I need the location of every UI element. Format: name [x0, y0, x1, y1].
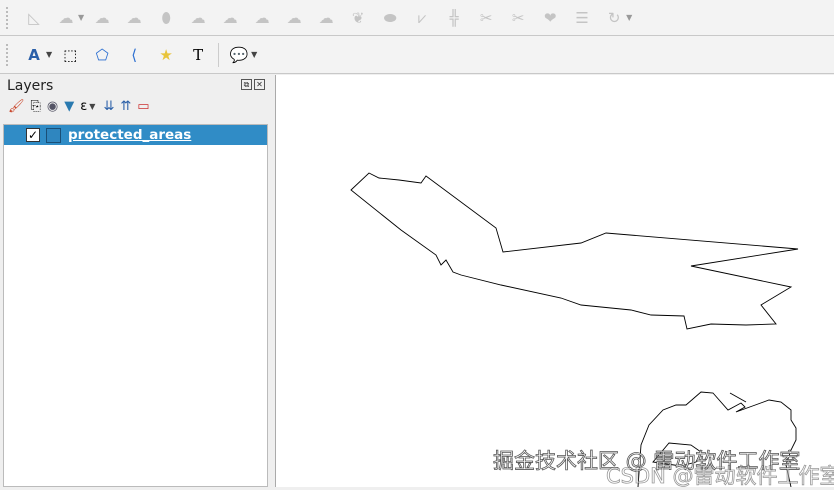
- layer-name[interactable]: protected_areas: [68, 127, 191, 143]
- visibility-eye-icon[interactable]: ◉: [47, 99, 58, 114]
- toolbar-grip[interactable]: [6, 6, 10, 29]
- node-tool-icon[interactable]: ✂: [507, 7, 529, 29]
- split-features-icon[interactable]: ☁: [315, 7, 337, 29]
- vertex-tool-icon[interactable]: ✂: [475, 7, 497, 29]
- map-canvas[interactable]: 掘金技术社区 @ 雷动软件工作室 CSDN @雷动软件工作室: [275, 75, 834, 489]
- layer-symbol-icon[interactable]: [46, 127, 61, 143]
- reverse-line-icon[interactable]: ↻: [603, 7, 625, 29]
- chevron-down-icon[interactable]: ▼: [46, 50, 52, 59]
- remove-layer-icon[interactable]: ▭: [137, 99, 149, 114]
- simplify-icon[interactable]: ╬: [443, 7, 465, 29]
- chevron-down-icon[interactable]: ▼: [78, 13, 84, 22]
- filter-icon[interactable]: ▼: [64, 99, 74, 114]
- protected-area-polygon: [350, 172, 799, 330]
- add-ring-icon[interactable]: ☁: [55, 7, 77, 29]
- line-annotation-icon[interactable]: ⟨: [123, 44, 145, 66]
- chevron-down-icon[interactable]: ▼: [251, 50, 257, 59]
- layers-toolbar: 🖌 ⎘ ◉ ▼ ε ▼ ⇊ ⇈ ▭: [8, 99, 150, 114]
- polygon-annotation-icon[interactable]: ⬠: [91, 44, 113, 66]
- rotate-feature-icon[interactable]: ⬮: [155, 7, 177, 29]
- delete-part-icon[interactable]: ☁: [219, 7, 241, 29]
- text-annotation-icon[interactable]: A: [23, 44, 45, 66]
- digitizing-toolbar: ◺ ☁ ▼ ☁ ☁ ⬮ ☁ ☁ ☁ ☁ ☁ ❦ ⬬ ⩗ ╬ ✂ ✂ ❤ ☰ ↻ ▼: [0, 0, 834, 36]
- add-part-icon[interactable]: ☁: [123, 7, 145, 29]
- expand-all-icon[interactable]: ⇊: [103, 99, 114, 114]
- layers-panel: Layers ⧉ ✕ 🖌 ⎘ ◉ ▼ ε ▼ ⇊ ⇈ ▭ ✓ protected_…: [0, 75, 268, 487]
- layer-visibility-checkbox[interactable]: ✓: [26, 128, 40, 142]
- add-group-icon[interactable]: ⎘: [31, 99, 41, 114]
- split-parts-icon[interactable]: ❦: [347, 7, 369, 29]
- merge-features-icon[interactable]: ⬬: [379, 7, 401, 29]
- measure-icon[interactable]: ◺: [23, 7, 45, 29]
- tracing-icon[interactable]: ❤: [539, 7, 561, 29]
- panel-splitter[interactable]: [268, 75, 275, 487]
- marker-annotation-icon[interactable]: ★: [155, 44, 177, 66]
- merge-attributes-icon[interactable]: ⩗: [411, 7, 433, 29]
- watermark-csdn: CSDN @雷动软件工作室: [606, 464, 834, 489]
- annotations-toolbar: A ▼ ⬚ ⬠ ⟨ ★ T 💬 ▼: [0, 36, 834, 74]
- chevron-down-icon[interactable]: ▼: [626, 13, 632, 22]
- delete-ring-icon[interactable]: ☁: [187, 7, 209, 29]
- align-icon[interactable]: ☰: [571, 7, 593, 29]
- filter-expression-icon[interactable]: ε: [80, 99, 87, 114]
- float-panel-button[interactable]: ⧉: [241, 79, 252, 90]
- reshape-icon[interactable]: ☁: [251, 7, 273, 29]
- close-panel-button[interactable]: ✕: [254, 79, 265, 90]
- toolbar-separator: [218, 42, 220, 67]
- html-annotation-icon[interactable]: 💬: [228, 44, 250, 66]
- offset-curve-icon[interactable]: ☁: [283, 7, 305, 29]
- layer-tree[interactable]: ✓ protected_areas: [3, 124, 268, 487]
- toolbar-grip[interactable]: [6, 43, 10, 66]
- chevron-down-icon[interactable]: ▼: [89, 102, 95, 111]
- panel-title: Layers: [7, 78, 54, 94]
- style-brush-icon[interactable]: 🖌: [8, 99, 25, 114]
- collapse-all-icon[interactable]: ⇈: [120, 99, 131, 114]
- map-features: [350, 172, 799, 487]
- layer-row-protected-areas[interactable]: ✓ protected_areas: [4, 125, 267, 145]
- fill-ring-icon[interactable]: ☁: [91, 7, 113, 29]
- select-annotation-icon[interactable]: ⬚: [59, 44, 81, 66]
- point-text-icon[interactable]: T: [187, 44, 209, 66]
